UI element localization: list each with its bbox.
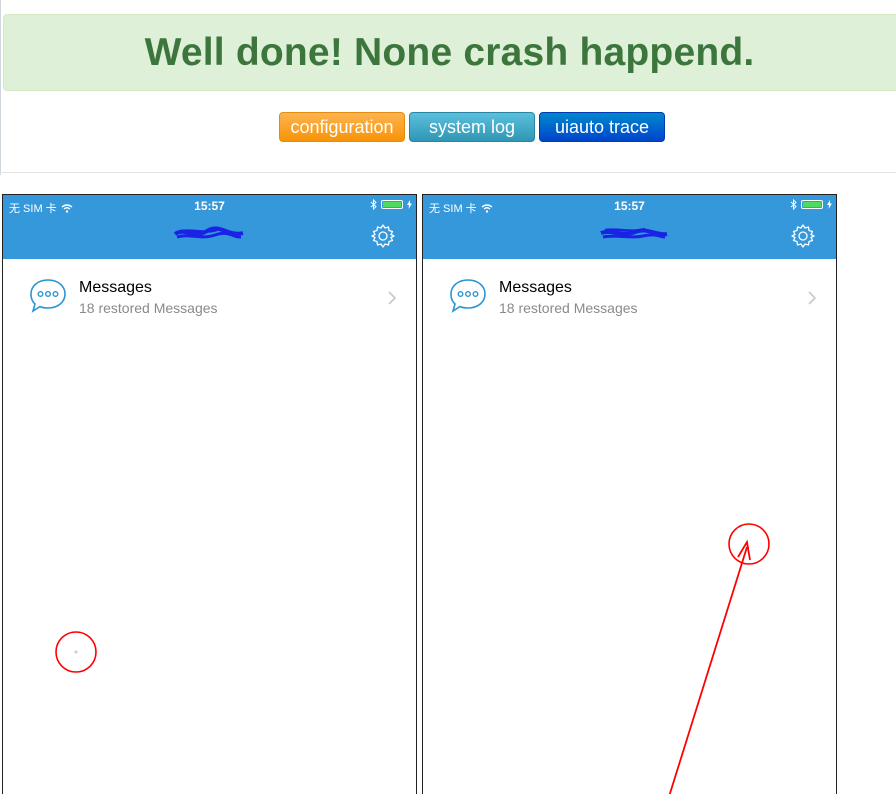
tap-target-circle <box>55 631 97 673</box>
configuration-button[interactable]: configuration <box>279 112 405 142</box>
chevron-right-icon <box>808 291 816 305</box>
swipe-target-circle <box>728 523 770 565</box>
cell-subtitle: 18 restored Messages <box>499 300 638 316</box>
phone-screenshot-1: 无 SIM 卡 15:57 Messages 18 restored Messa… <box>2 194 417 794</box>
chevron-right-icon <box>388 291 396 305</box>
bluetooth-icon <box>370 199 377 210</box>
report-page: Well done! None crash happend. configura… <box>0 0 896 794</box>
left-border <box>0 0 1 175</box>
success-alert: Well done! None crash happend. <box>3 14 896 91</box>
messages-cell[interactable]: Messages 18 restored Messages <box>3 259 416 335</box>
charging-icon <box>407 200 412 209</box>
status-right <box>790 199 832 210</box>
system-log-button[interactable]: system log <box>409 112 535 142</box>
divider <box>0 172 896 173</box>
phone-screenshot-2: 无 SIM 卡 15:57 Messages 18 restored Messa… <box>422 194 837 794</box>
navigation-bar: 无 SIM 卡 15:57 <box>423 195 836 259</box>
uiauto-trace-button[interactable]: uiauto trace <box>539 112 665 142</box>
cell-title: Messages <box>499 279 572 296</box>
alert-title: Well done! None crash happend. <box>144 30 755 74</box>
charging-icon <box>827 200 832 209</box>
swipe-arrow-head <box>737 539 751 561</box>
redacted-title-scribble <box>600 227 668 239</box>
status-time: 15:57 <box>194 199 225 213</box>
status-time: 15:57 <box>614 199 645 213</box>
messages-cell[interactable]: Messages 18 restored Messages <box>423 259 836 335</box>
button-group: configuration system log uiauto trace <box>279 112 665 142</box>
cell-title: Messages <box>79 279 152 296</box>
cell-subtitle: 18 restored Messages <box>79 300 218 316</box>
gear-icon[interactable] <box>370 223 396 249</box>
battery-icon <box>381 200 403 209</box>
chat-bubble-icon <box>450 279 486 313</box>
gear-icon[interactable] <box>790 223 816 249</box>
redacted-title-scribble <box>173 226 244 239</box>
swipe-arrow-line <box>668 546 748 794</box>
chat-bubble-icon <box>30 279 66 313</box>
status-right <box>370 199 412 210</box>
navigation-bar: 无 SIM 卡 15:57 <box>3 195 416 259</box>
tap-point-dot <box>74 650 78 654</box>
bluetooth-icon <box>790 199 797 210</box>
battery-icon <box>801 200 823 209</box>
